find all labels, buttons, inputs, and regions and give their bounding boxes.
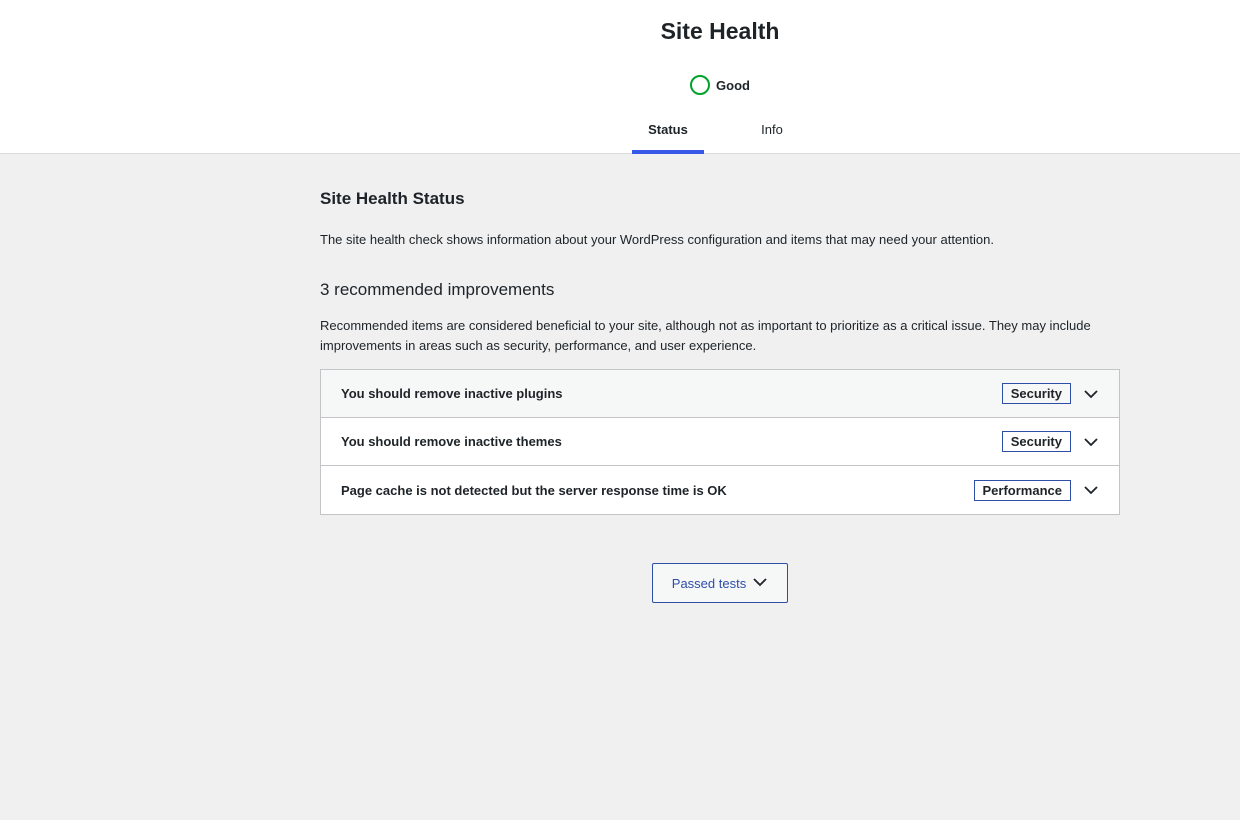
passed-tests-button[interactable]: Passed tests bbox=[652, 563, 788, 603]
chevron-down-icon[interactable] bbox=[1083, 482, 1099, 498]
accordion-item-inactive-themes[interactable]: You should remove inactive themes Securi… bbox=[321, 418, 1119, 466]
tab-bar: Status Info bbox=[632, 116, 840, 154]
passed-tests-wrap: Passed tests bbox=[320, 563, 1120, 603]
accordion-item-inactive-plugins[interactable]: You should remove inactive plugins Secur… bbox=[321, 370, 1119, 418]
passed-tests-label: Passed tests bbox=[671, 575, 747, 591]
chevron-down-icon[interactable] bbox=[1083, 434, 1099, 450]
accordion-item-label: You should remove inactive plugins bbox=[341, 386, 563, 401]
tab-status-label: Status bbox=[648, 122, 688, 137]
category-badge: Security bbox=[1001, 431, 1071, 452]
accordion-item-page-cache[interactable]: Page cache is not detected but the serve… bbox=[321, 466, 1119, 514]
health-status: Good bbox=[100, 75, 1240, 95]
recommendations-accordion: You should remove inactive plugins Secur… bbox=[320, 369, 1120, 515]
tab-status[interactable]: Status bbox=[632, 116, 704, 154]
status-label: Good bbox=[716, 77, 750, 93]
tab-info-label: Info bbox=[761, 122, 783, 137]
main-content: Site Health Status The site health check… bbox=[320, 155, 1120, 603]
category-badge: Security bbox=[1001, 383, 1071, 404]
page-title: Site Health bbox=[660, 18, 780, 44]
recommended-title: 3 recommended improvements bbox=[320, 280, 555, 299]
status-circle-icon bbox=[690, 75, 711, 95]
accordion-item-label: Page cache is not detected but the serve… bbox=[341, 482, 727, 498]
chevron-down-icon bbox=[752, 574, 768, 593]
section-title: Site Health Status bbox=[320, 189, 465, 208]
chevron-down-icon[interactable] bbox=[1083, 386, 1099, 402]
accordion-item-label: You should remove inactive themes bbox=[341, 434, 562, 449]
site-health-header: Site Health Good Status Info bbox=[0, 0, 1240, 154]
section-description: The site health check shows information … bbox=[320, 232, 994, 247]
recommended-description: Recommended items are considered benefic… bbox=[320, 318, 1091, 353]
category-badge: Performance bbox=[973, 479, 1071, 501]
tab-info[interactable]: Info bbox=[704, 116, 840, 154]
